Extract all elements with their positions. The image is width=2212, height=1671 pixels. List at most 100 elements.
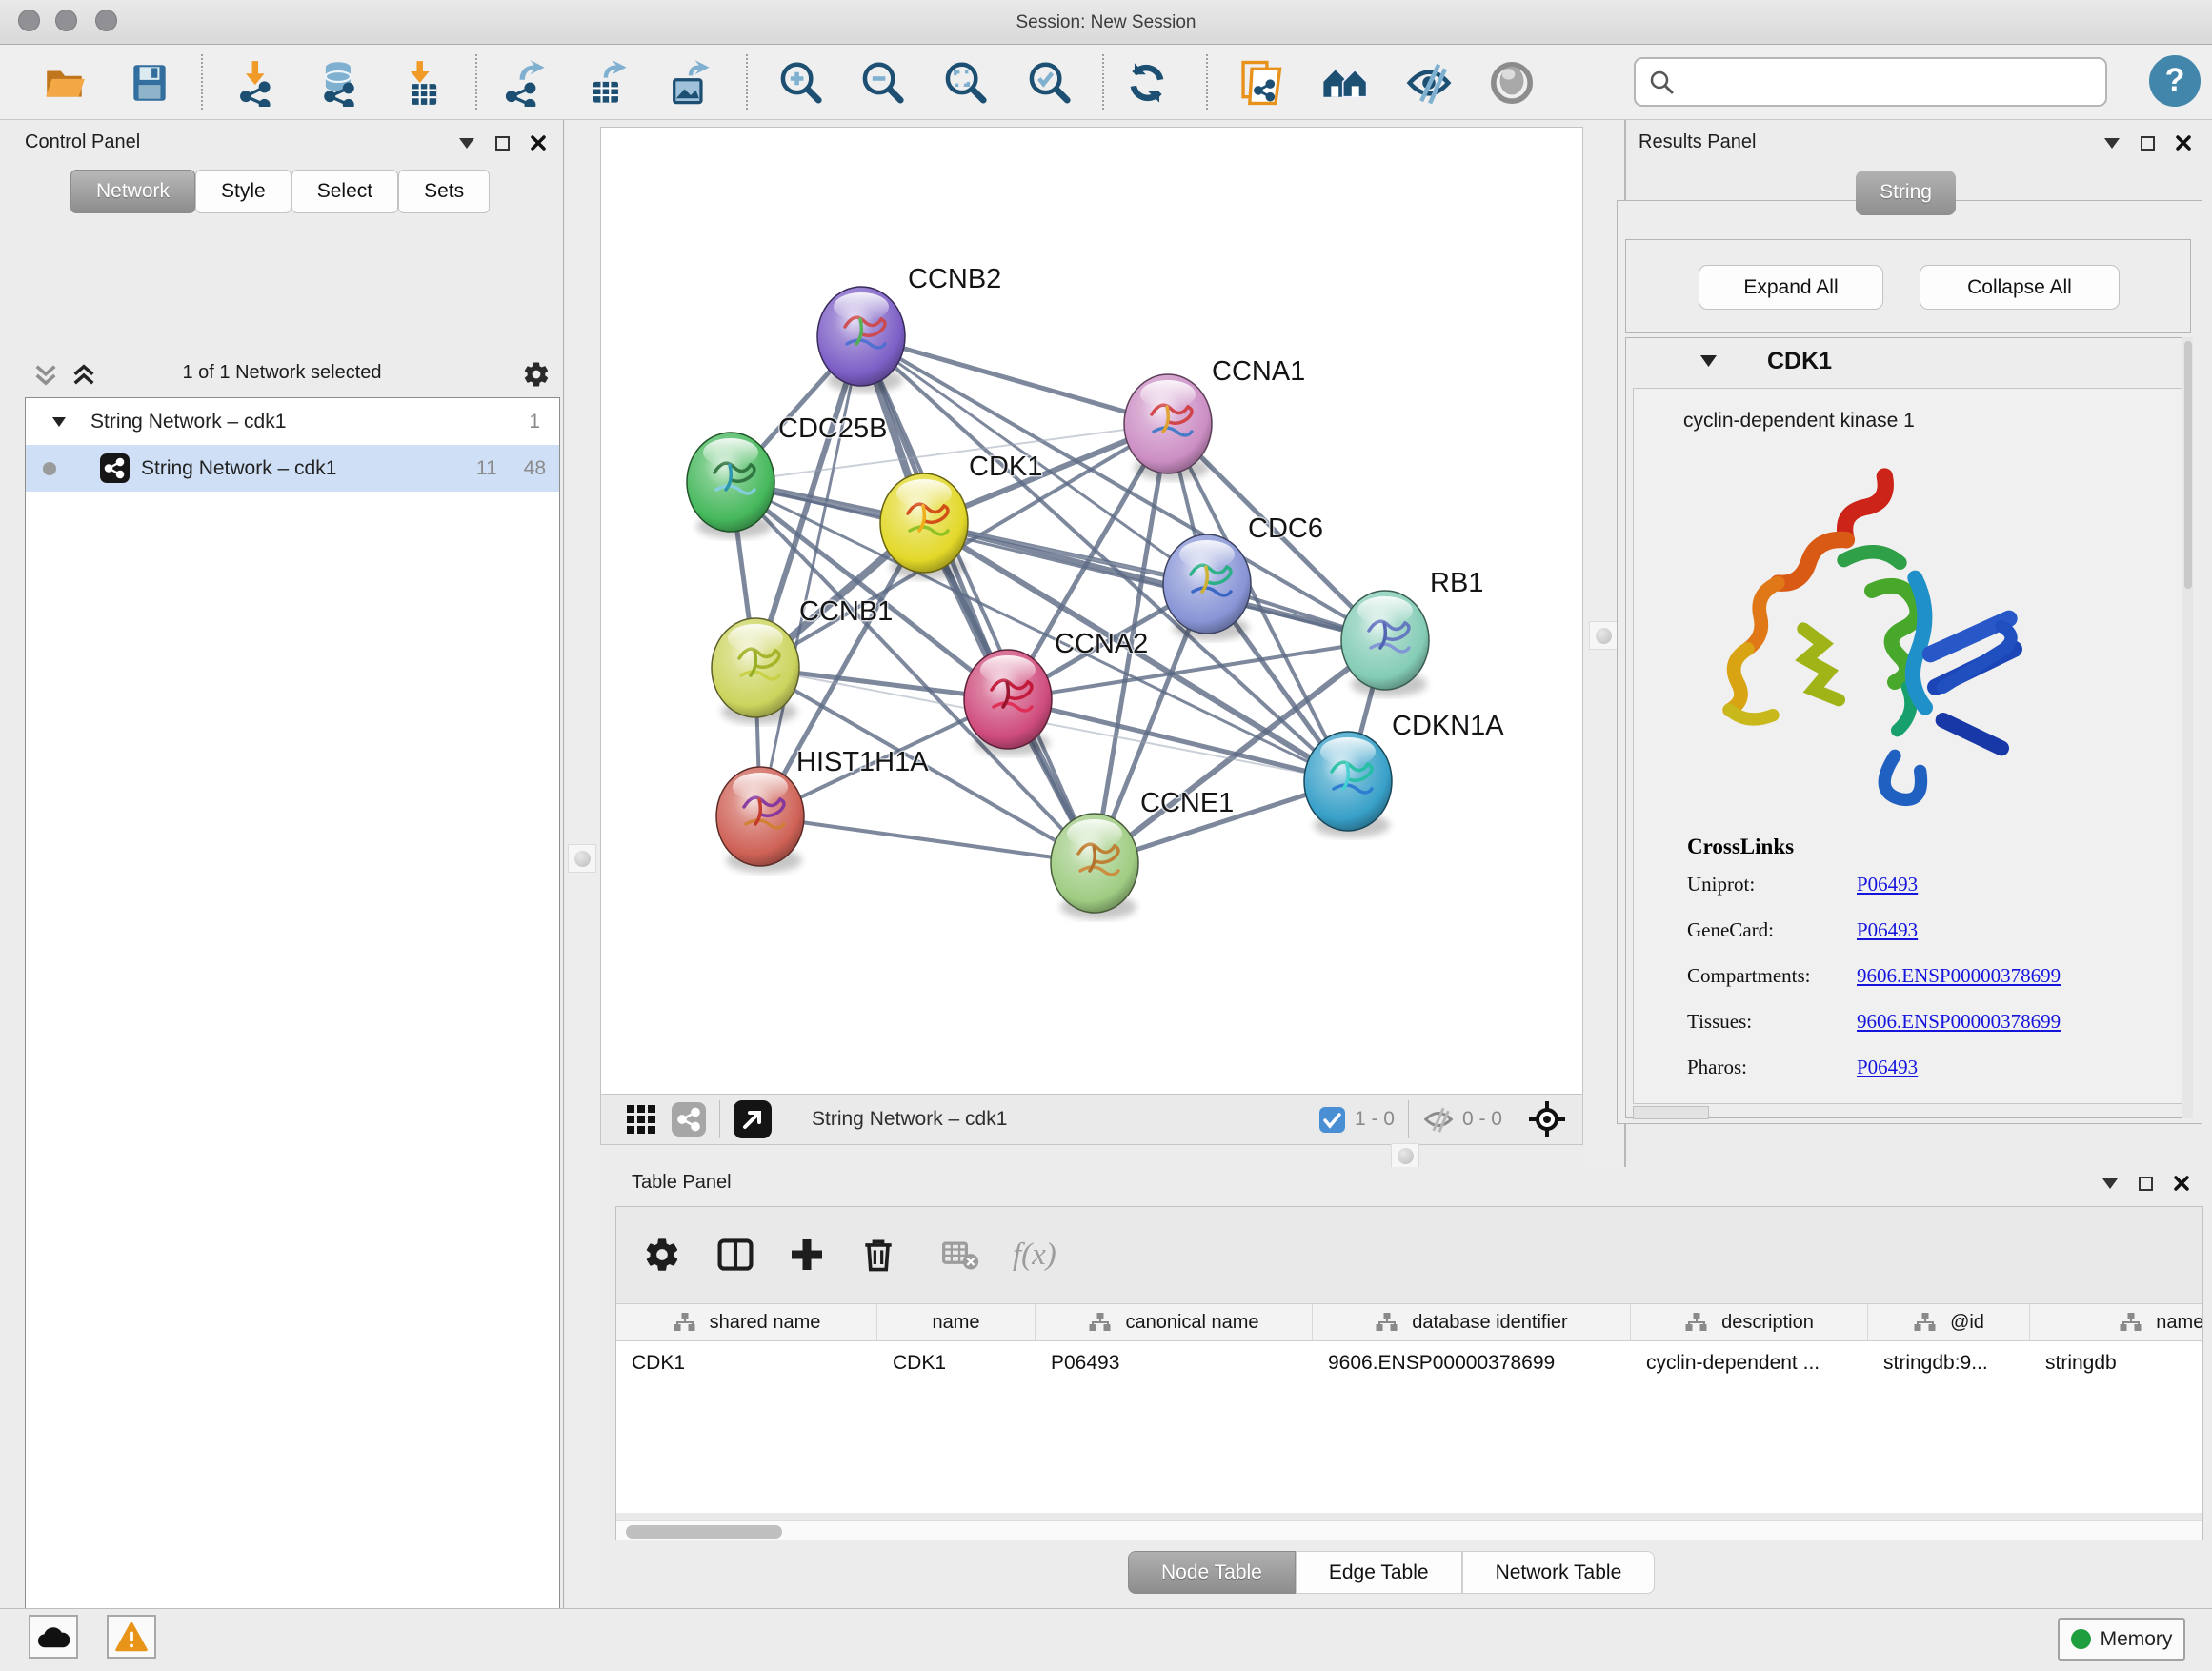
import-table-button[interactable]	[396, 56, 450, 110]
table-row[interactable]: CDK1CDK1P064939606.ENSP00000378699cyclin…	[616, 1342, 2202, 1384]
left-splitter[interactable]	[565, 120, 600, 1608]
string-document-button[interactable]	[1233, 56, 1286, 110]
node-CCNB2[interactable]	[817, 287, 905, 393]
table-cell[interactable]: P06493	[1036, 1342, 1313, 1384]
node-CCNA2[interactable]	[964, 650, 1052, 755]
tab-edge-table[interactable]: Edge Table	[1296, 1551, 1462, 1594]
show-columns-icon[interactable]	[715, 1235, 755, 1275]
table-cell[interactable]: stringdb	[2030, 1342, 2203, 1384]
table-cell[interactable]: 9606.ENSP00000378699	[1313, 1342, 1631, 1384]
birdseye-grid-icon[interactable]	[626, 1104, 656, 1135]
column-header-@id[interactable]: @id	[1868, 1304, 2030, 1340]
node-CCNE1[interactable]	[1051, 814, 1138, 919]
close-panel-icon[interactable]	[2174, 1176, 2189, 1191]
table-cell[interactable]: cyclin-dependent ...	[1631, 1342, 1868, 1384]
collapse-all-button[interactable]: Collapse All	[1920, 265, 2120, 310]
zoom-selected-button[interactable]	[1022, 56, 1076, 110]
gene-entry-header[interactable]: CDK1	[1626, 338, 2190, 386]
zoom-in-button[interactable]	[774, 56, 827, 110]
table-options-gear-icon[interactable]	[643, 1236, 681, 1274]
expand-all-button[interactable]: Expand All	[1699, 265, 1883, 310]
zoom-fit-button[interactable]	[938, 56, 992, 110]
export-network-button[interactable]	[498, 56, 552, 110]
open-session-button[interactable]	[38, 56, 91, 110]
crosslink-link[interactable]: P06493	[1857, 873, 1918, 896]
node-table[interactable]: shared namenamecanonical namedatabase id…	[616, 1303, 2202, 1513]
node-HIST1H1A[interactable]	[716, 767, 804, 873]
string-home-button[interactable]	[1318, 56, 1372, 110]
left-splitter-handle[interactable]	[568, 844, 596, 873]
node-RB1[interactable]	[1341, 591, 1429, 696]
float-panel-icon[interactable]	[2104, 138, 2120, 149]
table-cell[interactable]: CDK1	[616, 1342, 877, 1384]
memory-button[interactable]: Memory	[2058, 1618, 2185, 1661]
expander-icon[interactable]	[52, 417, 66, 427]
export-image-button[interactable]	[663, 56, 716, 110]
save-session-button[interactable]	[123, 56, 176, 110]
tab-node-table[interactable]: Node Table	[1128, 1551, 1296, 1594]
refresh-button[interactable]	[1120, 56, 1174, 110]
search-input[interactable]	[1676, 71, 2085, 93]
float-panel-icon[interactable]	[2102, 1178, 2118, 1189]
right-splitter-handle[interactable]	[1589, 621, 1618, 650]
help-button[interactable]: ?	[2149, 55, 2201, 107]
column-header-shared-name[interactable]: shared name	[616, 1304, 877, 1340]
maximize-panel-icon[interactable]	[2141, 136, 2155, 151]
crosslink-link[interactable]: P06493	[1857, 918, 1918, 942]
maximize-panel-icon[interactable]	[2139, 1177, 2153, 1191]
column-header-name[interactable]: name	[877, 1304, 1036, 1340]
selected-checkbox-icon[interactable]	[1319, 1107, 1345, 1133]
table-cell[interactable]: CDK1	[877, 1342, 1036, 1384]
tab-select[interactable]: Select	[292, 170, 398, 213]
close-panel-icon[interactable]	[531, 135, 546, 151]
warnings-button[interactable]	[107, 1615, 156, 1659]
separator	[719, 1100, 720, 1138]
crosslink-link[interactable]: 9606.ENSP00000378699	[1857, 964, 2061, 988]
node-CCNA1[interactable]	[1124, 374, 1212, 480]
zoom-out-button[interactable]	[855, 56, 909, 110]
node-CCNB1[interactable]	[712, 618, 799, 724]
table-horizontal-scrollbar[interactable]	[616, 1520, 2202, 1540]
node-CDKN1A[interactable]	[1304, 732, 1392, 837]
gear-icon[interactable]	[522, 360, 551, 389]
close-panel-icon[interactable]	[2176, 135, 2191, 151]
hidden-eye-icon[interactable]	[1422, 1105, 1455, 1134]
collapse-entry-icon[interactable]	[1700, 355, 1717, 367]
import-network-database-button[interactable]	[312, 56, 366, 110]
open-in-window-icon[interactable]	[734, 1100, 772, 1138]
refresh-icon	[1123, 59, 1171, 107]
network-collection-label: String Network – cdk1	[90, 411, 286, 433]
tab-style[interactable]: Style	[195, 170, 292, 213]
float-panel-icon[interactable]	[459, 138, 474, 149]
table-cell[interactable]: stringdb:9...	[1868, 1342, 2030, 1384]
network-collection-row[interactable]: String Network – cdk1 1	[26, 398, 559, 445]
network-row-selected[interactable]: String Network – cdk1 11 48	[26, 445, 559, 492]
column-header-canonical-name[interactable]: canonical name	[1036, 1304, 1313, 1340]
export-table-button[interactable]	[580, 56, 633, 110]
horizontal-splitter-handle[interactable]	[1391, 1143, 1419, 1168]
maximize-panel-icon[interactable]	[495, 136, 510, 151]
tab-sets[interactable]: Sets	[398, 170, 490, 213]
fit-selected-crosshair-icon[interactable]	[1527, 1099, 1567, 1139]
node-CDK1[interactable]	[880, 473, 968, 579]
results-tab-string[interactable]: String	[1856, 171, 1956, 215]
string-glass-ball-button[interactable]	[1485, 56, 1538, 110]
column-header-description[interactable]: description	[1631, 1304, 1868, 1340]
crosslink-link[interactable]: 9606.ENSP00000378699	[1857, 1010, 2061, 1034]
automation-status-button[interactable]	[29, 1615, 78, 1659]
string-hide-glass-button[interactable]	[1402, 56, 1456, 110]
delete-column-icon[interactable]	[858, 1235, 898, 1275]
search-box[interactable]	[1634, 57, 2107, 107]
network-canvas[interactable]: CCNB2CCNA1CDC25BCDK1CDC6RB1CCNB1CCNA2CDK…	[600, 127, 1583, 1094]
node-CDC6[interactable]	[1163, 534, 1251, 640]
node-CDC25B[interactable]	[687, 433, 774, 538]
add-column-icon[interactable]	[788, 1236, 826, 1274]
column-header-database-identifier[interactable]: database identifier	[1313, 1304, 1631, 1340]
results-scrollbar[interactable]	[2182, 337, 2193, 1118]
tab-network[interactable]: Network	[70, 170, 195, 213]
crosslink-link[interactable]: P06493	[1857, 1056, 1918, 1079]
network-graph[interactable]: CCNB2CCNA1CDC25BCDK1CDC6RB1CCNB1CCNA2CDK…	[601, 128, 1582, 1093]
column-header-namespace[interactable]: namespace	[2030, 1304, 2203, 1340]
tab-network-table[interactable]: Network Table	[1462, 1551, 1656, 1594]
import-network-file-button[interactable]	[231, 56, 284, 110]
